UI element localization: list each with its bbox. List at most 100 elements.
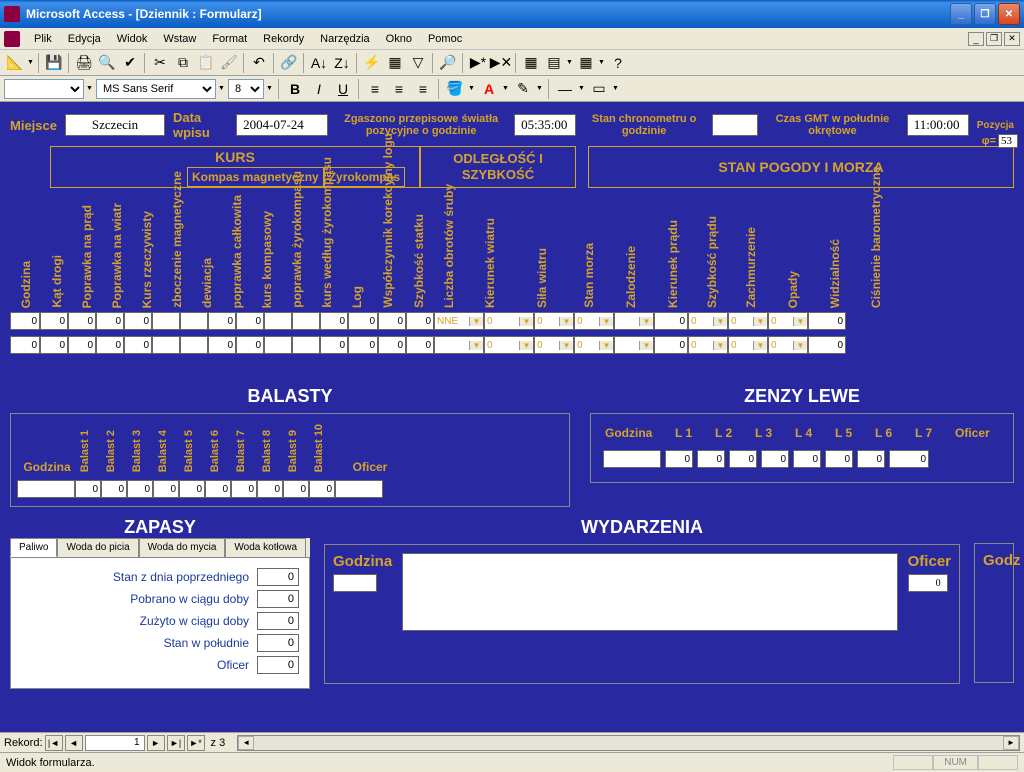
zenzy-input[interactable] [857, 450, 885, 468]
format-painter-icon[interactable]: 🖌 [218, 52, 240, 74]
cell-input[interactable] [96, 312, 124, 330]
hscroll-right-button[interactable]: ► [1003, 736, 1019, 750]
align-right-icon[interactable]: ≡ [412, 78, 434, 100]
rec-next-button[interactable]: ► [147, 735, 165, 751]
cell-input[interactable] [68, 312, 96, 330]
bal-input[interactable] [257, 480, 283, 498]
cell-input[interactable] [320, 336, 348, 354]
font-color-icon[interactable]: A [478, 78, 500, 100]
properties-dropdown[interactable]: ▼ [598, 59, 606, 66]
cell-input[interactable] [180, 336, 208, 354]
paste-icon[interactable]: 📋 [195, 52, 217, 74]
cell-input[interactable] [124, 336, 152, 354]
menu-widok[interactable]: Widok [109, 31, 156, 47]
cell-input[interactable] [124, 312, 152, 330]
object-combo[interactable] [4, 79, 84, 99]
bal-input[interactable] [17, 480, 75, 498]
gmt-input[interactable] [907, 114, 969, 136]
menu-narzedzia[interactable]: Narzędzia [312, 31, 378, 47]
menu-edycja[interactable]: Edycja [60, 31, 109, 47]
combo-arrow-icon[interactable]: ▼ [713, 317, 727, 326]
menu-wstaw[interactable]: Wstaw [155, 31, 204, 47]
font-color-dropdown[interactable]: ▼ [502, 85, 510, 92]
sort-desc-icon[interactable]: Z↓ [331, 52, 353, 74]
filter-form-icon[interactable]: ▦ [384, 52, 406, 74]
cell-input[interactable] [348, 312, 378, 330]
combo-arrow-icon[interactable]: ▼ [599, 341, 613, 350]
bal-input[interactable] [179, 480, 205, 498]
bal-input[interactable] [309, 480, 335, 498]
cell-input[interactable] [292, 312, 320, 330]
cell-input[interactable] [654, 312, 688, 330]
cell-input[interactable] [40, 312, 68, 330]
cell-input[interactable] [348, 336, 378, 354]
zenzy-input[interactable] [889, 450, 929, 468]
menu-rekordy[interactable]: Rekordy [255, 31, 312, 47]
cell-combo[interactable]: 0▼ [484, 312, 534, 330]
zapasy-tab[interactable]: Woda do picia [57, 538, 138, 557]
zapasy-input[interactable] [257, 634, 299, 652]
combo-arrow-icon[interactable]: ▼ [639, 341, 653, 350]
preview-icon[interactable]: 🔍 [96, 52, 118, 74]
align-center-icon[interactable]: ≡ [388, 78, 410, 100]
undo-icon[interactable]: ↶ [248, 52, 270, 74]
cell-input[interactable] [236, 312, 264, 330]
phi-input[interactable] [998, 134, 1018, 148]
cell-combo[interactable]: 0▼ [534, 312, 574, 330]
new-obj-dropdown[interactable]: ▼ [566, 59, 574, 66]
bal-input[interactable] [283, 480, 309, 498]
cell-input[interactable] [68, 336, 96, 354]
zenzy-input[interactable] [793, 450, 821, 468]
menu-pomoc[interactable]: Pomoc [420, 31, 470, 47]
fill-color-icon[interactable]: 🪣 [444, 78, 466, 100]
combo-arrow-icon[interactable]: ▼ [469, 341, 483, 350]
rec-first-button[interactable]: |◄ [45, 735, 63, 751]
zapasy-tab[interactable]: Woda do mycia [139, 538, 226, 557]
mdi-minimize-button[interactable]: _ [968, 32, 984, 46]
cell-combo[interactable]: ▼ [614, 312, 654, 330]
bal-input[interactable] [127, 480, 153, 498]
zenzy-input[interactable] [603, 450, 661, 468]
combo-arrow-icon[interactable]: ▼ [559, 341, 573, 350]
cell-input[interactable] [152, 312, 180, 330]
combo-arrow-icon[interactable]: ▼ [753, 317, 767, 326]
mdi-restore-button[interactable]: ❐ [986, 32, 1002, 46]
print-icon[interactable]: 🖨 [73, 52, 95, 74]
new-rec-icon[interactable]: ▶* [467, 52, 489, 74]
cell-combo[interactable]: 0▼ [768, 336, 808, 354]
zapasy-input[interactable] [257, 568, 299, 586]
zapasy-input[interactable] [257, 612, 299, 630]
chrono-input[interactable] [712, 114, 758, 136]
cell-combo[interactable]: 0▼ [728, 312, 768, 330]
cell-input[interactable] [292, 336, 320, 354]
special-effect-dropdown[interactable]: ▼ [612, 85, 620, 92]
font-size-dropdown[interactable]: ▼ [266, 85, 274, 92]
cell-input[interactable] [208, 336, 236, 354]
zapasy-tab[interactable]: Woda kotłowa [225, 538, 306, 557]
close-button[interactable]: ✕ [998, 3, 1020, 25]
cell-input[interactable] [236, 336, 264, 354]
menu-plik[interactable]: Plik [26, 31, 60, 47]
rec-current-input[interactable] [85, 735, 145, 751]
cell-combo[interactable]: 0▼ [688, 336, 728, 354]
bal-input[interactable] [153, 480, 179, 498]
cell-input[interactable] [808, 336, 846, 354]
combo-arrow-icon[interactable]: ▼ [599, 317, 613, 326]
combo-arrow-icon[interactable]: ▼ [639, 317, 653, 326]
special-effect-icon[interactable]: ▭ [588, 78, 610, 100]
bal-input[interactable] [205, 480, 231, 498]
swiatla-input[interactable] [514, 114, 576, 136]
zapasy-tab[interactable]: Paliwo [10, 538, 57, 557]
menu-okno[interactable]: Okno [378, 31, 420, 47]
new-obj-icon[interactable]: ▤ [543, 52, 565, 74]
cell-input[interactable] [808, 312, 846, 330]
line-color-icon[interactable]: ✎ [512, 78, 534, 100]
spell-icon[interactable]: ✔ [119, 52, 141, 74]
wyd-textarea[interactable] [402, 553, 897, 631]
hyperlink-icon[interactable]: 🔗 [278, 52, 300, 74]
view-dropdown[interactable]: ▼ [27, 59, 35, 66]
help-icon[interactable]: ? [607, 52, 629, 74]
cell-input[interactable] [180, 312, 208, 330]
zenzy-input[interactable] [825, 450, 853, 468]
rec-last-button[interactable]: ►| [167, 735, 185, 751]
